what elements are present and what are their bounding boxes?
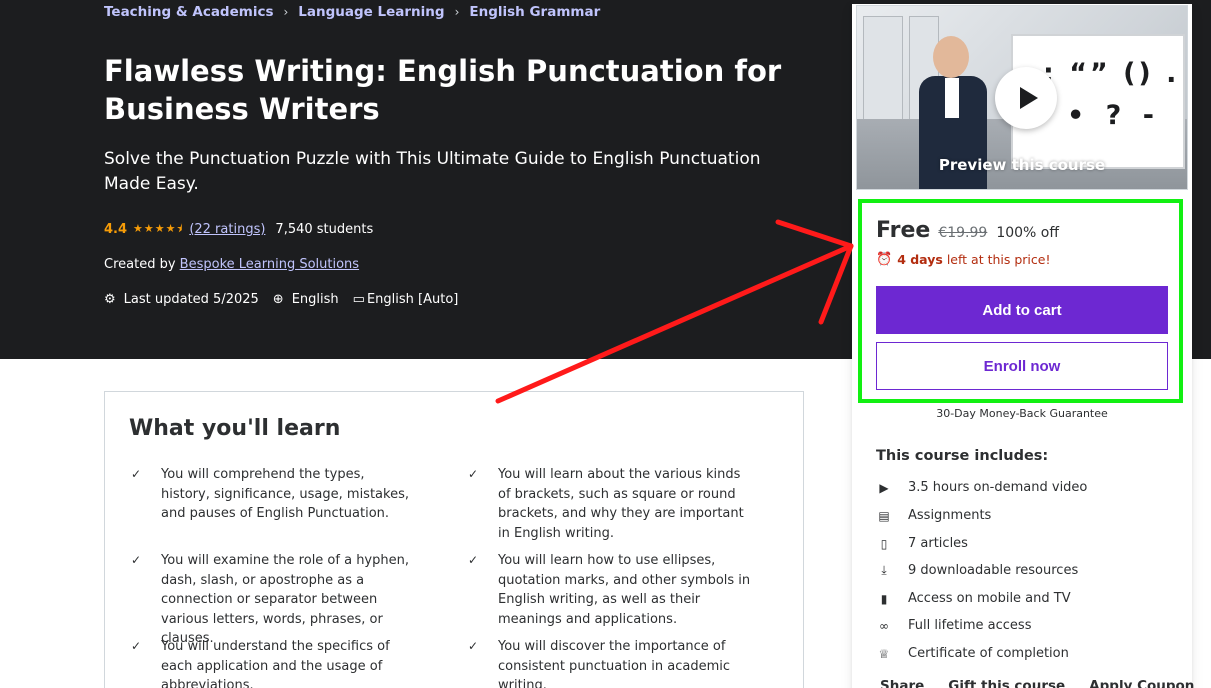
check-icon: ✓ — [468, 467, 479, 481]
includes-title: This course includes: — [876, 448, 1049, 464]
sidebar-links: Share Gift this course Apply Coupon — [880, 678, 1211, 688]
course-language: ⊕ English — [273, 292, 339, 307]
alarm-clock-icon: ⏰ — [876, 252, 893, 267]
chevron-right-icon: › — [454, 5, 460, 19]
discount-percent: 100% off — [996, 225, 1059, 241]
include-label: Access on mobile and TV — [908, 591, 1071, 606]
star-rating-icon: ★★★★⯨ — [133, 222, 184, 235]
gift-course-link[interactable]: Gift this course — [948, 678, 1065, 688]
board-text: • ? - — [1067, 100, 1160, 131]
preview-window-graphic — [863, 16, 903, 126]
include-label: 7 articles — [908, 536, 968, 551]
learn-item-text: You will comprehend the types, history, … — [161, 467, 409, 521]
share-link[interactable]: Share — [880, 678, 924, 688]
author-link[interactable]: Bespoke Learning Solutions — [180, 257, 359, 272]
timer-text: left at this price! — [946, 252, 1051, 267]
learn-item: ✓ You will discover the importance of co… — [466, 637, 751, 688]
breadcrumb-item-grammar[interactable]: English Grammar — [469, 4, 600, 20]
enroll-now-button[interactable]: Enroll now — [876, 342, 1168, 390]
language-text: English — [291, 292, 339, 307]
include-label: Assignments — [908, 508, 992, 523]
discount-timer: ⏰ 4 days left at this price! — [876, 252, 1050, 267]
learn-item-text: You will examine the role of a hyphen, d… — [161, 553, 409, 646]
check-icon: ✓ — [131, 639, 142, 653]
include-item-certificate: ♕ Certificate of completion — [876, 646, 1069, 661]
include-item-video: ▶ 3.5 hours on-demand video — [876, 480, 1087, 495]
assignment-icon: ▤ — [878, 508, 890, 523]
apply-coupon-link[interactable]: Apply Coupon — [1089, 678, 1194, 688]
learn-item: ✓ You will learn how to use ellipses, qu… — [466, 551, 751, 629]
timer-days: 4 days — [897, 252, 943, 267]
play-icon — [1019, 87, 1038, 109]
learn-item-text: You will learn how to use ellipses, quot… — [498, 553, 751, 627]
breadcrumb: Teaching & Academics › Language Learning… — [104, 4, 600, 20]
preview-label[interactable]: Preview this course — [857, 156, 1187, 174]
learn-item-text: You will learn about the various kinds o… — [498, 467, 744, 541]
breadcrumb-item-language[interactable]: Language Learning — [298, 4, 444, 20]
purchase-sidebar: : “” () . , • ? - Preview this course Fr… — [852, 4, 1194, 688]
board-text: : “” () . , — [1043, 58, 1187, 89]
breadcrumb-item-teaching[interactable]: Teaching & Academics — [104, 4, 273, 20]
include-item-articles: ▯ 7 articles — [876, 536, 968, 551]
include-item-mobile: ▮ Access on mobile and TV — [876, 591, 1071, 606]
download-icon: ⤓ — [881, 563, 887, 577]
learn-item: ✓ You will learn about the various kinds… — [466, 465, 751, 543]
learn-item: ✓ You will examine the role of a hyphen,… — [129, 551, 414, 649]
students-count: 7,540 students — [275, 222, 374, 237]
rating-value: 4.4 — [104, 222, 128, 237]
mobile-icon: ▮ — [880, 591, 888, 606]
course-subtitle: Solve the Punctuation Puzzle with This U… — [104, 149, 761, 194]
original-price: €19.99 — [938, 225, 988, 241]
learn-title: What you'll learn — [129, 416, 341, 441]
course-title: Flawless Writing: English Punctuation fo… — [104, 54, 782, 126]
check-icon: ✓ — [468, 553, 479, 567]
current-price: Free — [876, 218, 931, 243]
learn-item-text: You will understand the specifics of eac… — [161, 639, 390, 688]
video-icon: ▶ — [879, 480, 889, 495]
chevron-right-icon: › — [283, 5, 289, 19]
include-item-resources: ⤓ 9 downloadable resources — [876, 563, 1078, 578]
created-by: Created by Bespoke Learning Solutions — [104, 257, 359, 272]
presenter-head — [933, 36, 969, 78]
check-icon: ✓ — [131, 467, 142, 481]
learn-item: ✓ You will understand the specifics of e… — [129, 637, 414, 688]
include-label: Full lifetime access — [908, 618, 1032, 633]
article-icon: ▯ — [880, 536, 888, 551]
ratings-link[interactable]: (22 ratings) — [189, 222, 265, 237]
captions-icon: ▭ — [352, 292, 365, 307]
include-label: 9 downloadable resources — [908, 563, 1079, 578]
rating-row: 4.4 ★★★★⯨ (22 ratings) 7,540 students — [104, 220, 373, 239]
include-item-assignments: ▤ Assignments — [876, 508, 991, 523]
captions-text: English [Auto] — [366, 292, 459, 307]
infinity-icon: ∞ — [879, 618, 889, 633]
add-to-cart-button[interactable]: Add to cart — [876, 286, 1168, 334]
check-icon: ✓ — [131, 553, 142, 567]
course-captions: ▭ English [Auto] — [353, 292, 459, 307]
presenter-shirt — [945, 78, 959, 118]
globe-icon: ⊕ — [272, 292, 284, 307]
include-item-lifetime: ∞ Full lifetime access — [876, 618, 1031, 633]
price-row: Free €19.99 100% off — [876, 218, 1059, 243]
what-youll-learn-box: What you'll learn ✓ You will comprehend … — [104, 391, 804, 688]
trophy-icon: ♕ — [878, 646, 890, 661]
play-button[interactable] — [995, 67, 1057, 129]
learn-item: ✓ You will comprehend the types, history… — [129, 465, 414, 524]
include-label: Certificate of completion — [908, 646, 1069, 661]
alert-badge-icon: ⚙ — [104, 292, 116, 307]
created-by-label: Created by — [104, 257, 176, 272]
course-meta: ⚙ Last updated 5/2025 ⊕ English ▭ Englis… — [104, 292, 472, 307]
check-icon: ✓ — [468, 639, 479, 653]
learn-item-text: You will discover the importance of cons… — [498, 639, 731, 688]
include-label: 3.5 hours on-demand video — [908, 480, 1088, 495]
money-back-guarantee: 30-Day Money-Back Guarantee — [936, 407, 1108, 420]
last-updated: ⚙ Last updated 5/2025 — [104, 292, 259, 307]
course-preview[interactable]: : “” () . , • ? - Preview this course — [856, 5, 1188, 190]
last-updated-text: Last updated 5/2025 — [123, 292, 259, 307]
